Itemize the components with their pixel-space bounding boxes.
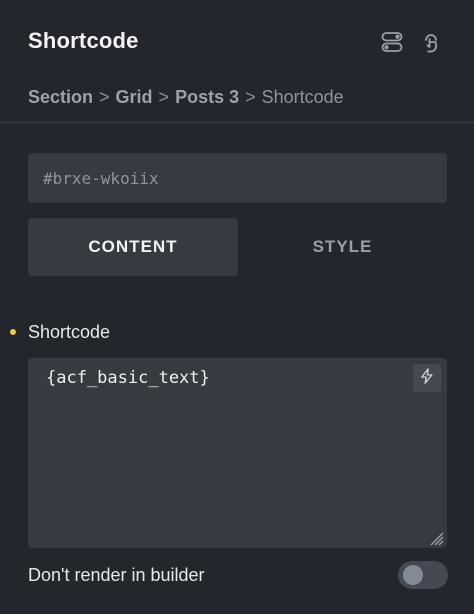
tab-content[interactable]: CONTENT xyxy=(28,218,238,276)
render-toggle-row: Don't render in builder xyxy=(28,560,448,590)
breadcrumb-item-posts[interactable]: Posts 3 xyxy=(175,87,239,107)
render-toggle-switch[interactable] xyxy=(398,561,448,589)
render-toggle-label: Don't render in builder xyxy=(28,565,205,585)
shortcode-label: Shortcode xyxy=(28,321,111,342)
resize-handle-icon[interactable] xyxy=(428,530,444,546)
modified-indicator-dot xyxy=(10,329,16,335)
tab-bar: CONTENT STYLE xyxy=(28,218,447,276)
breadcrumb-separator: > xyxy=(245,87,256,107)
header-divider xyxy=(0,122,474,123)
panel-title: Shortcode xyxy=(28,28,139,53)
breadcrumb-item-section[interactable]: Section xyxy=(28,87,93,107)
tab-style[interactable]: STYLE xyxy=(238,218,447,276)
pointer-inspect-icon[interactable] xyxy=(417,28,445,56)
toggle-knob xyxy=(403,565,423,585)
breadcrumb-separator: > xyxy=(158,87,170,107)
layout-toggle-icon[interactable] xyxy=(378,28,406,56)
bolt-icon xyxy=(418,367,436,390)
element-id-placeholder: #brxe-wkoiix xyxy=(43,168,159,188)
shortcode-label-row: Shortcode xyxy=(10,320,110,344)
shortcode-value: {acf_basic_text} xyxy=(46,368,210,388)
element-id-input[interactable]: #brxe-wkoiix xyxy=(28,153,447,203)
shortcode-textarea[interactable]: {acf_basic_text} xyxy=(28,358,447,548)
panel-header: Shortcode xyxy=(0,0,474,86)
breadcrumb-separator: > xyxy=(99,87,110,107)
breadcrumb: Section > Grid > Posts 3 > Shortcode xyxy=(28,87,344,108)
breadcrumb-current: Shortcode xyxy=(261,87,344,107)
breadcrumb-item-grid[interactable]: Grid xyxy=(116,87,153,107)
dynamic-data-button[interactable] xyxy=(413,364,441,392)
